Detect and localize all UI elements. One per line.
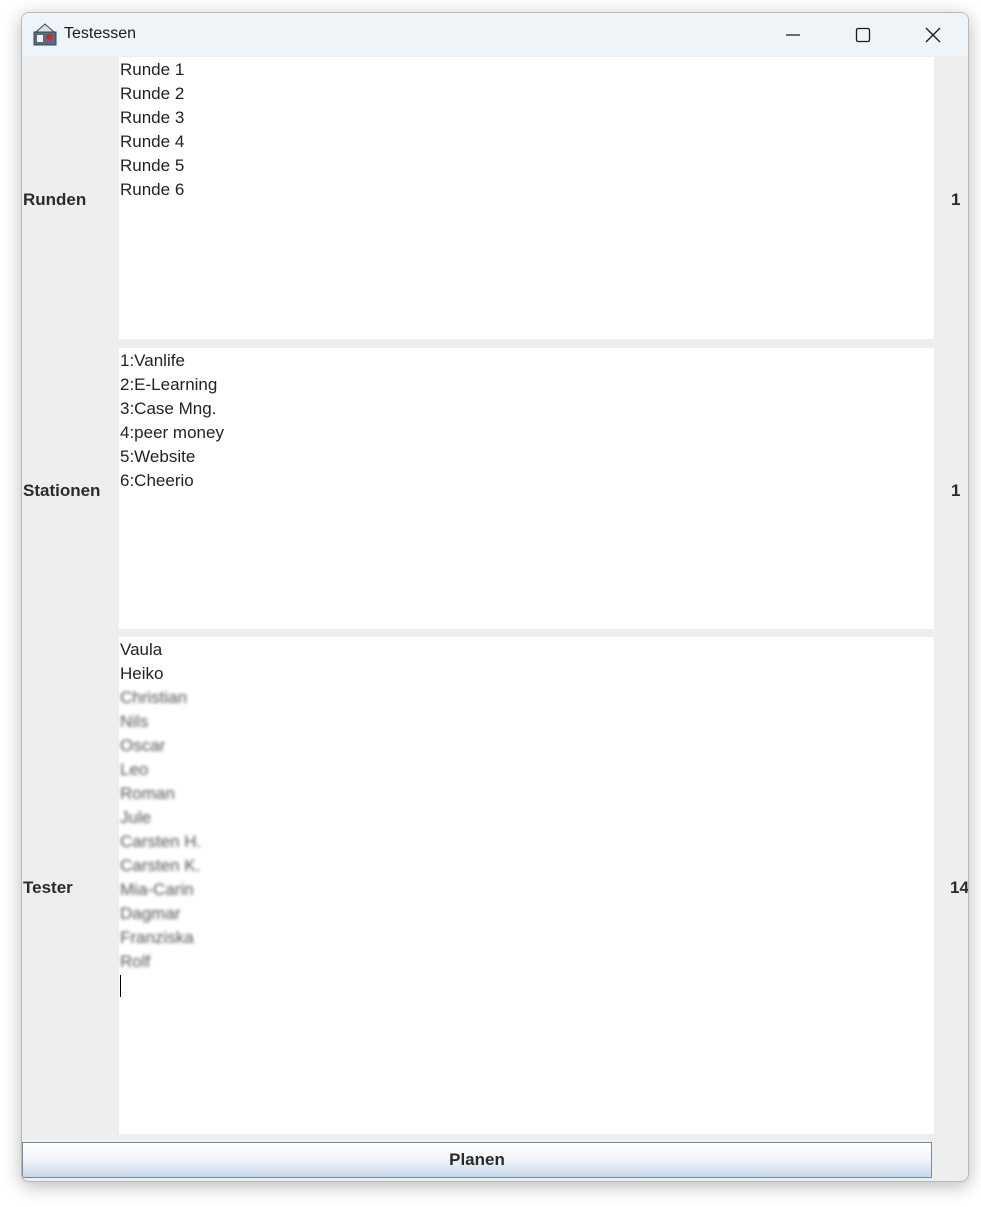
list-item: Dagmar	[120, 904, 181, 923]
close-icon	[925, 27, 941, 42]
stationen-label: Stationen	[23, 481, 101, 500]
list-item: Christian	[120, 688, 188, 707]
list-item: 6:Cheerio	[120, 471, 194, 490]
list-item: Runde 6	[120, 180, 185, 199]
text-caret	[120, 975, 121, 997]
list-item: 2:E-Learning	[120, 375, 218, 394]
runden-textarea[interactable]: Runde 1 Runde 2 Runde 3 Runde 4 Runde 5 …	[119, 57, 934, 339]
app-window: Testessen Runden Runde 1 Runde 2 Runde 3…	[21, 12, 969, 1182]
list-item: Runde 2	[120, 84, 185, 103]
maximize-button[interactable]	[828, 13, 898, 56]
planen-button[interactable]: Planen	[22, 1142, 932, 1178]
list-item: Leo	[120, 760, 149, 779]
list-item: Runde 5	[120, 156, 185, 175]
tester-label: Tester	[23, 878, 73, 897]
list-item: Runde 3	[120, 108, 185, 127]
list-item: 5:Website	[120, 447, 196, 466]
list-item: Oscar	[120, 736, 166, 755]
list-item: 3:Case Mng.	[120, 399, 217, 418]
list-item: Vaula	[120, 640, 163, 659]
list-item: Rolf	[120, 952, 151, 971]
stationen-count: 1	[951, 481, 961, 500]
list-item: Nils	[120, 712, 149, 731]
tester-count: 14	[950, 878, 969, 897]
title-bar[interactable]: Testessen	[22, 13, 968, 56]
list-item: Franziska	[120, 928, 194, 947]
maximize-icon	[855, 27, 871, 42]
list-item: Carsten K.	[120, 856, 201, 875]
minimize-button[interactable]	[758, 13, 828, 56]
list-item: Jule	[120, 808, 152, 827]
list-item: Roman	[120, 784, 175, 803]
window-title: Testessen	[64, 25, 137, 42]
tester-textarea[interactable]: Vaula Heiko Christian Nils Oscar Leo Rom…	[119, 637, 934, 1134]
list-item: Mia-Carin	[120, 880, 194, 899]
stationen-textarea[interactable]: 1:Vanlife 2:E-Learning 3:Case Mng. 4:pee…	[119, 348, 934, 629]
list-item: 4:peer money	[120, 423, 224, 442]
list-item: Runde 1	[120, 60, 185, 79]
minimize-icon	[786, 33, 800, 36]
list-item: Heiko	[120, 664, 164, 683]
runden-label: Runden	[23, 190, 87, 209]
list-item: Runde 4	[120, 132, 185, 151]
runden-count: 1	[951, 190, 961, 209]
list-item: 1:Vanlife	[120, 351, 185, 370]
list-item: Carsten H.	[120, 832, 202, 851]
java-app-icon	[33, 22, 57, 46]
close-button[interactable]	[898, 13, 968, 56]
